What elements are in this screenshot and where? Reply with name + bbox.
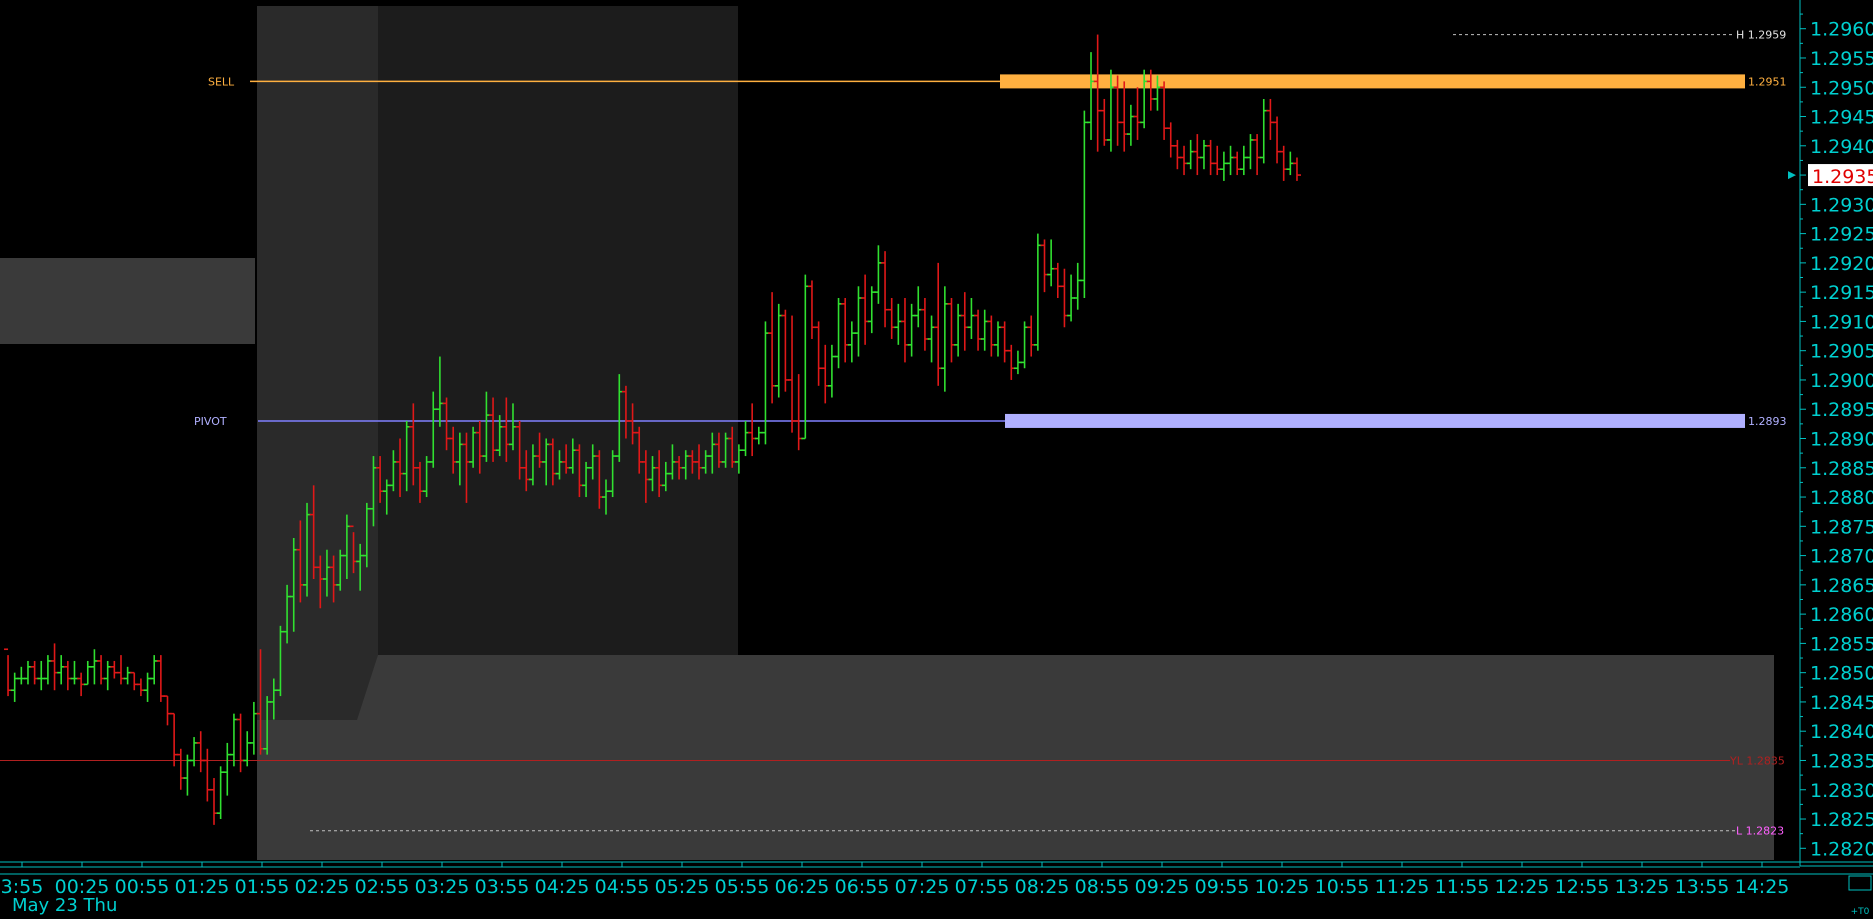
y-tick-label: 1.2840: [1810, 721, 1873, 743]
info-bar: [0, 0, 1800, 6]
trading-chart: SELL 1.2951 PIVOT 1.2893 H 1.2959 YL 1.2835 L …: [0, 0, 1873, 919]
x-tick-label: 12:55: [1555, 876, 1610, 898]
x-tick-label: 10:25: [1255, 876, 1310, 898]
y-tick-label: 1.2865: [1810, 575, 1873, 597]
y-tick-label: 1.2925: [1810, 224, 1873, 246]
y-tick-label: 1.2920: [1810, 253, 1873, 275]
y-tick-label: 1.2830: [1810, 780, 1873, 802]
x-tick-label: 08:55: [1075, 876, 1130, 898]
y-tick-label: 1.2915: [1810, 282, 1873, 304]
x-tick-label: 06:25: [775, 876, 830, 898]
y-tick-label: 1.2905: [1810, 341, 1873, 363]
y-tick-label: 1.2940: [1810, 136, 1873, 158]
x-tick-label: 09:55: [1195, 876, 1250, 898]
y-tick-label: 1.2960: [1810, 19, 1873, 41]
x-tick-label: 03:25: [415, 876, 470, 898]
pivot-label: PIVOT: [194, 415, 227, 428]
date-label: May 23 Thu: [12, 895, 118, 916]
x-tick-label: 13:55: [1675, 876, 1730, 898]
x-tick-label: 03:55: [475, 876, 530, 898]
y-tick-label: 1.2855: [1810, 633, 1873, 655]
current-price-label: 1.2935: [1812, 166, 1873, 188]
y-tick-label: 1.2835: [1810, 750, 1873, 772]
x-tick-label: 10:55: [1315, 876, 1370, 898]
x-tick-label: 01:25: [175, 876, 230, 898]
sell-label: SELL: [208, 75, 235, 88]
x-tick-label: 04:25: [535, 876, 590, 898]
y-tick-label: 1.2900: [1810, 370, 1873, 392]
y-tick-label: 1.2945: [1810, 107, 1873, 129]
x-tick-label: 04:55: [595, 876, 650, 898]
pivot-value-label: 1.2893: [1748, 415, 1787, 428]
x-tick-label: 07:25: [895, 876, 950, 898]
sell-band: [1000, 74, 1745, 89]
x-tick-label: 02:55: [355, 876, 410, 898]
y-tick-label: 1.2885: [1810, 458, 1873, 480]
y-tick-label: 1.2930: [1810, 194, 1873, 216]
x-tick-label: 05:55: [715, 876, 770, 898]
price-chart-svg[interactable]: SELL 1.2951 PIVOT 1.2893 H 1.2959 YL 1.2835 L …: [0, 0, 1873, 919]
pivot-band: [1005, 413, 1745, 428]
x-tick-label: 00:55: [115, 876, 170, 898]
x-tick-label: 11:55: [1435, 876, 1490, 898]
y-tick-label: 1.2870: [1810, 546, 1873, 568]
session-zone-low: [257, 655, 1774, 860]
x-tick-label: 07:55: [955, 876, 1010, 898]
y-tick-label: 1.2850: [1810, 663, 1873, 685]
y-tick-label: 1.2955: [1810, 48, 1873, 70]
y-tick-label: 1.2820: [1810, 838, 1873, 860]
y-tick-label: 1.2880: [1810, 487, 1873, 509]
session-zone-prior: [0, 258, 255, 344]
high-label: H 1.2959: [1736, 29, 1786, 42]
sell-value-label: 1.2951: [1748, 75, 1787, 88]
y-tick-label: 1.2860: [1810, 604, 1873, 626]
y-tick-label: 1.2895: [1810, 399, 1873, 421]
x-tick-label: 02:25: [295, 876, 350, 898]
x-tick-label: 08:25: [1015, 876, 1070, 898]
corner-box[interactable]: [1848, 875, 1872, 891]
low-label: L 1.2823: [1736, 825, 1784, 838]
current-price-arrow: [1788, 171, 1796, 180]
y-tick-label: 1.2890: [1810, 429, 1873, 451]
x-tick-label: 09:25: [1135, 876, 1190, 898]
x-tick-label: 05:25: [655, 876, 710, 898]
y-tick-label: 1.2845: [1810, 692, 1873, 714]
x-tick-label: 11:25: [1375, 876, 1430, 898]
yl-label: YL 1.2835: [1729, 754, 1785, 767]
x-tick-label: 13:25: [1615, 876, 1670, 898]
y-tick-label: 1.2825: [1810, 809, 1873, 831]
x-tick-label: 01:55: [235, 876, 290, 898]
y-tick-label: 1.2950: [1810, 77, 1873, 99]
x-tick-label: 14:25: [1735, 876, 1790, 898]
x-tick-label: 12:25: [1495, 876, 1550, 898]
corner-label: +T0: [1851, 907, 1870, 917]
y-tick-label: 1.2910: [1810, 311, 1873, 333]
x-tick-label: 06:55: [835, 876, 890, 898]
y-tick-label: 1.2875: [1810, 516, 1873, 538]
